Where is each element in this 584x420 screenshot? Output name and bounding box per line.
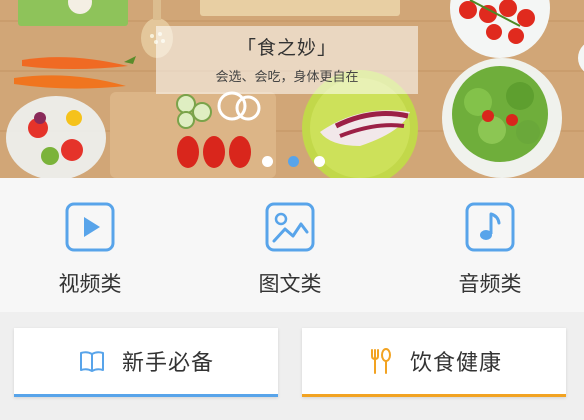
app-screen: 「食之妙」 会选、会吃，身体更自在 视频类 图文类 音频类 新手必备 饮食健康: [0, 0, 584, 420]
carousel-indicator: [262, 156, 325, 167]
book-icon: [79, 351, 104, 372]
category-video[interactable]: 视频类: [35, 202, 145, 298]
banner-subtitle: 会选、会吃，身体更自在: [215, 70, 359, 85]
action-row: 新手必备 饮食健康: [0, 312, 584, 420]
category-image-text-label: 图文类: [258, 272, 322, 296]
fork-spoon-icon: [370, 348, 391, 374]
carousel-dot-active[interactable]: [288, 156, 299, 167]
carousel-dot[interactable]: [314, 156, 325, 167]
play-icon: [65, 202, 115, 252]
category-row: 视频类 图文类 音频类: [0, 178, 584, 312]
category-audio-label: 音频类: [458, 272, 522, 296]
banner-caption: 「食之妙」 会选、会吃，身体更自在: [156, 26, 418, 94]
diet-health-label: 饮食健康: [409, 351, 502, 376]
diet-health-button[interactable]: 饮食健康: [302, 328, 566, 397]
image-icon: [265, 202, 315, 252]
beginner-essentials-button[interactable]: 新手必备: [14, 328, 278, 397]
category-audio[interactable]: 音频类: [435, 202, 545, 298]
music-note-icon: [465, 202, 515, 252]
carousel-dot[interactable]: [262, 156, 273, 167]
category-video-label: 视频类: [58, 272, 122, 296]
category-image-text[interactable]: 图文类: [235, 202, 345, 298]
banner-title: 「食之妙」: [236, 37, 337, 59]
beginner-essentials-label: 新手必备: [121, 351, 214, 376]
banner-carousel[interactable]: 「食之妙」 会选、会吃，身体更自在: [0, 0, 584, 178]
